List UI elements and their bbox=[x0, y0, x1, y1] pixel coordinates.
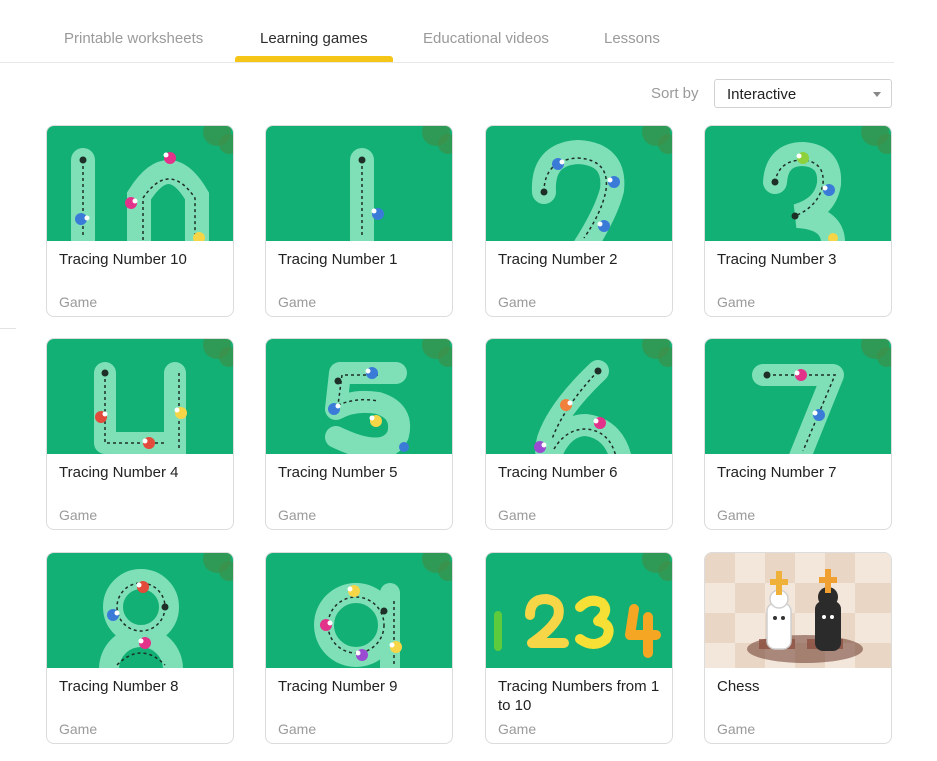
number-7-icon bbox=[705, 339, 891, 454]
game-card-chess[interactable]: Chess Game bbox=[704, 552, 892, 744]
active-tab-indicator bbox=[235, 56, 393, 62]
game-card-tracing-number-1[interactable]: Tracing Number 1 Game bbox=[265, 125, 453, 317]
game-card-tracing-number-2[interactable]: Tracing Number 2 Game bbox=[485, 125, 673, 317]
card-title: Tracing Number 1 bbox=[278, 251, 398, 268]
card-type-label: Game bbox=[59, 507, 98, 523]
sort-selected-value: Interactive bbox=[727, 86, 797, 103]
card-title: Tracing Number 8 bbox=[59, 678, 179, 695]
card-type-label: Game bbox=[59, 294, 98, 310]
number-9-icon bbox=[266, 553, 452, 668]
card-title: Tracing Number 7 bbox=[717, 464, 837, 481]
number-4-icon bbox=[47, 339, 233, 454]
card-type-label: Game bbox=[498, 294, 537, 310]
card-title: Tracing Number 9 bbox=[278, 678, 398, 695]
game-card-tracing-number-8[interactable]: Tracing Number 8 Game bbox=[46, 552, 234, 744]
card-type-label: Game bbox=[278, 294, 317, 310]
card-type-label: Game bbox=[498, 507, 537, 523]
number-2-icon bbox=[486, 126, 672, 241]
game-card-tracing-number-5[interactable]: Tracing Number 5 Game bbox=[265, 338, 453, 530]
sort-select[interactable]: Interactive bbox=[714, 79, 892, 108]
tab-learning-games[interactable]: Learning games bbox=[260, 30, 368, 47]
number-5-icon bbox=[266, 339, 452, 454]
number-1-icon bbox=[266, 126, 452, 241]
card-type-label: Game bbox=[278, 721, 317, 737]
card-type-label: Game bbox=[278, 507, 317, 523]
number-6-icon bbox=[486, 339, 672, 454]
card-type-label: Game bbox=[717, 507, 756, 523]
number-10-icon bbox=[47, 126, 233, 241]
tab-educational-videos[interactable]: Educational videos bbox=[423, 30, 549, 47]
game-card-tracing-number-7[interactable]: Tracing Number 7 Game bbox=[704, 338, 892, 530]
game-card-tracing-number-3[interactable]: Tracing Number 3 Game bbox=[704, 125, 892, 317]
card-title: Tracing Number 5 bbox=[278, 464, 398, 481]
chess-pieces-icon bbox=[705, 553, 891, 668]
card-title: Tracing Number 10 bbox=[59, 251, 187, 268]
card-type-label: Game bbox=[498, 721, 537, 737]
card-title: Tracing Number 6 bbox=[498, 464, 618, 481]
game-card-tracing-numbers-1-10[interactable]: Tracing Numbers from 1 to 10 Game bbox=[485, 552, 673, 744]
sort-by-label: Sort by bbox=[651, 85, 699, 102]
tab-printable-worksheets[interactable]: Printable worksheets bbox=[64, 30, 203, 47]
game-card-tracing-number-9[interactable]: Tracing Number 9 Game bbox=[265, 552, 453, 744]
card-type-label: Game bbox=[717, 294, 756, 310]
number-3-icon bbox=[705, 126, 891, 241]
game-card-tracing-number-4[interactable]: Tracing Number 4 Game bbox=[46, 338, 234, 530]
card-title: Tracing Number 2 bbox=[498, 251, 618, 268]
divider bbox=[0, 328, 16, 329]
game-card-tracing-number-6[interactable]: Tracing Number 6 Game bbox=[485, 338, 673, 530]
card-title: Tracing Number 3 bbox=[717, 251, 837, 268]
tab-lessons[interactable]: Lessons bbox=[604, 30, 660, 47]
game-card-tracing-number-10[interactable]: Tracing Number 10 Game bbox=[46, 125, 234, 317]
card-type-label: Game bbox=[717, 721, 756, 737]
card-title: Chess bbox=[717, 678, 760, 695]
chevron-down-icon bbox=[873, 92, 881, 97]
card-title: Tracing Numbers from 1 to 10 bbox=[498, 678, 660, 714]
card-type-label: Game bbox=[59, 721, 98, 737]
category-tabs: Printable worksheets Learning games Educ… bbox=[0, 0, 894, 63]
colorful-numbers-icon bbox=[486, 553, 672, 668]
number-8-icon bbox=[47, 553, 233, 668]
card-title: Tracing Number 4 bbox=[59, 464, 179, 481]
